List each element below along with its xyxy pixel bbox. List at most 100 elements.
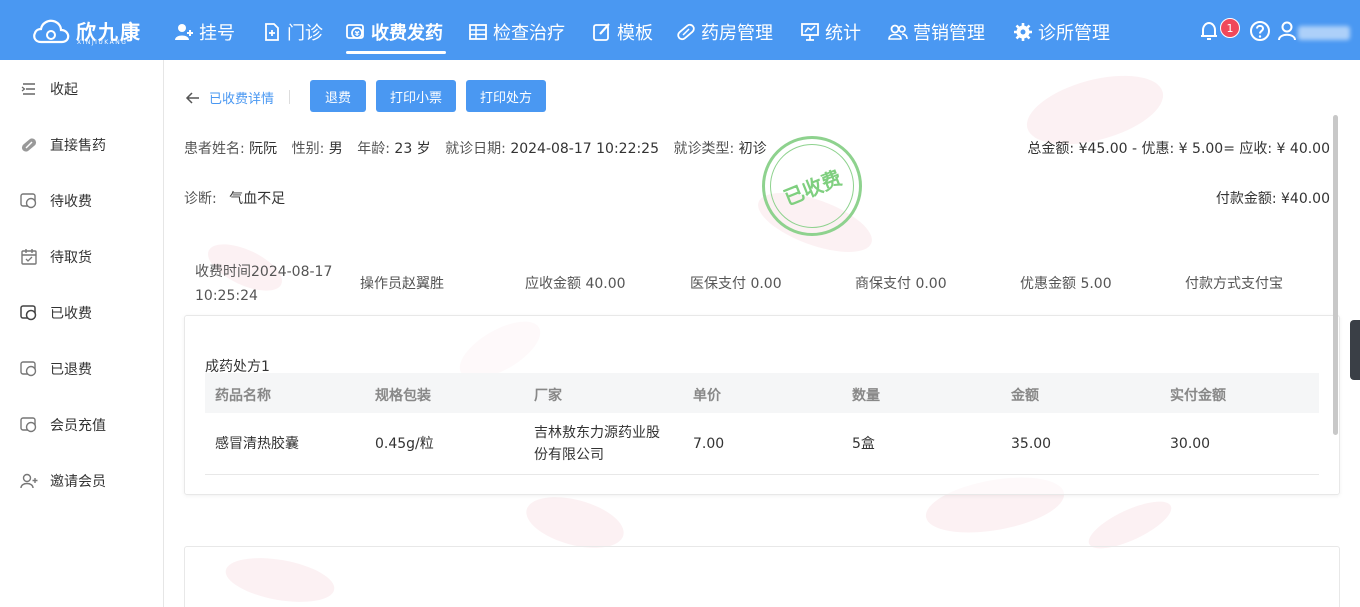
drug-name: 感冒清热胶囊: [215, 436, 299, 452]
nav-billing-dispensing[interactable]: ¥ 收费发药: [346, 18, 443, 46]
sidebar-item-label: 收起: [50, 82, 78, 98]
manufacturer-line1: 吉林敖东力源药业股: [534, 425, 660, 441]
sidebar-item-label: 直接售药: [50, 138, 106, 154]
cloud-logo-icon: [33, 19, 70, 44]
visit-date: 2024-08-17 10:22:25: [510, 141, 660, 157]
diagnosis-value: 气血不足: [229, 191, 286, 207]
drug-unit-price: 7.00: [693, 436, 725, 452]
bell-icon[interactable]: [1198, 20, 1220, 42]
sidebar-item-member-topup[interactable]: 会员充值: [20, 413, 106, 437]
drug-amount: 35.00: [1011, 436, 1052, 452]
column-header: 金额: [1011, 388, 1039, 404]
calendar-icon: [21, 249, 37, 265]
nav-label: 诊所管理: [1038, 23, 1110, 44]
column-header: 数量: [852, 388, 880, 404]
arrow-left-icon: [185, 91, 199, 104]
nav-clinic-management[interactable]: 诊所管理: [1013, 18, 1110, 46]
back-label: 已收费详情: [209, 92, 275, 107]
gear-icon: [1014, 23, 1032, 41]
table-row[interactable]: 感冒清热胶囊 0.45g/粒 吉林敖东力源药业股 份有限公司 7.00 5盒 3…: [205, 413, 1319, 475]
main-content: 已收费详情 退费 打印小票 打印处方 患者姓名: 阮阮 性别: 男 年龄: 23…: [165, 60, 1360, 607]
nav-label: 收费发药: [371, 23, 443, 44]
sidebar-item-label: 已收费: [50, 306, 92, 322]
payment-time-line1: 收费时间2024-08-17: [195, 264, 333, 280]
next-card: [184, 546, 1340, 607]
manufacturer-line2: 份有限公司: [534, 447, 604, 463]
svg-text:¥: ¥: [355, 30, 360, 38]
nav-label: 检查治疗: [493, 23, 565, 44]
nav-statistics[interactable]: 统计: [800, 18, 861, 46]
drug-quantity: 5盒: [852, 436, 875, 452]
edit-icon: [593, 23, 610, 41]
cash-icon: ¥: [346, 24, 364, 39]
print-prescription-button[interactable]: 打印处方: [466, 80, 546, 112]
nav-templates[interactable]: 模板: [592, 18, 653, 46]
pill-icon: [677, 23, 695, 41]
paid-stamp: 已收费: [757, 131, 867, 241]
active-tab-indicator: [346, 51, 446, 54]
user-icon[interactable]: [1276, 20, 1298, 42]
sidebar-item-refunded[interactable]: 已退费: [20, 357, 92, 381]
visit-type-label: 就诊类型:: [673, 141, 735, 157]
payment-insurance: 医保支付 0.00: [690, 276, 782, 292]
diagnosis-label: 诊断:: [184, 191, 217, 207]
drug-manufacturer: 吉林敖东力源药业股 份有限公司: [534, 422, 660, 466]
sidebar-item-direct-sale[interactable]: 直接售药: [20, 133, 106, 157]
nav-marketing[interactable]: 营销管理: [888, 18, 985, 46]
nav-label: 统计: [825, 23, 861, 44]
sidebar-item-label: 待取货: [50, 250, 92, 266]
cash-icon: [20, 361, 37, 377]
back-link[interactable]: 已收费详情: [185, 88, 274, 107]
column-header: 药品名称: [215, 388, 271, 404]
refund-button[interactable]: 退费: [310, 80, 366, 112]
top-navbar: 欣九康 XINJIUKANG 挂号 门诊 ¥ 收费发药 检查治疗 模板 药房管理…: [0, 0, 1360, 60]
user-plus-icon: [175, 24, 193, 40]
prescription-card: 成药处方1 药品名称 规格包装 厂家 单价 数量 金额 实付金额 感冒清热胶囊 …: [184, 315, 1340, 495]
nav-label: 模板: [617, 23, 653, 44]
patient-gender: 男: [328, 141, 343, 157]
nav-pharmacy[interactable]: 药房管理: [676, 18, 773, 46]
sidebar-item-label: 邀请会员: [50, 474, 106, 490]
nav-examination[interactable]: 检查治疗: [468, 18, 565, 46]
payment-discount: 优惠金额 5.00: [1020, 276, 1112, 292]
file-plus-icon: [265, 23, 279, 41]
cash-icon: [20, 305, 37, 321]
cash-icon: [20, 417, 37, 433]
patient-age: 23 岁: [394, 141, 431, 157]
column-header: 实付金额: [1170, 388, 1226, 404]
patient-name: 阮阮: [249, 141, 278, 157]
sidebar-item-paid[interactable]: 已收费: [20, 301, 92, 325]
username-redacted[interactable]: [1298, 26, 1350, 40]
sidebar-item-invite-member[interactable]: 邀请会员: [20, 469, 106, 493]
users-icon: [888, 24, 908, 40]
nav-registration[interactable]: 挂号: [174, 18, 235, 46]
patient-gender-label: 性别:: [291, 141, 325, 157]
nav-label: 门诊: [287, 23, 323, 44]
nav-label: 挂号: [199, 23, 235, 44]
payment-time-line2: 10:25:24: [195, 288, 258, 304]
total-amount-summary: 总金额: ¥45.00 - 优惠: ¥ 5.00= 应收: ¥ 40.00: [1027, 141, 1330, 157]
print-receipt-button[interactable]: 打印小票: [376, 80, 456, 112]
paid-amount: 付款金额: ¥40.00: [1215, 191, 1330, 207]
patient-age-label: 年龄:: [357, 141, 390, 157]
table-icon: [469, 24, 487, 40]
chart-board-icon: [801, 23, 819, 41]
floating-side-widget[interactable]: [1350, 320, 1360, 380]
sidebar-item-collapse[interactable]: 收起: [20, 77, 78, 101]
nav-label: 营销管理: [913, 23, 985, 44]
sidebar-item-pending-pickup[interactable]: 待取货: [20, 245, 92, 269]
help-icon[interactable]: [1249, 20, 1271, 42]
payment-commercial-insurance: 商保支付 0.00: [855, 276, 947, 292]
diagnosis-row: 诊断: 气血不足: [184, 188, 285, 208]
nav-outpatient[interactable]: 门诊: [262, 18, 323, 46]
drug-spec: 0.45g/粒: [375, 436, 434, 452]
column-header: 厂家: [534, 388, 562, 404]
table-header: 药品名称 规格包装 厂家 单价 数量 金额 实付金额: [205, 373, 1319, 413]
column-header: 单价: [693, 388, 721, 404]
sidebar-item-pending-payment[interactable]: 待收费: [20, 189, 92, 213]
payment-method: 付款方式支付宝: [1185, 276, 1283, 292]
brand-logo[interactable]: 欣九康 XINJIUKANG: [32, 14, 142, 48]
payment-due: 应收金额 40.00: [525, 276, 626, 292]
drug-paid-amount: 30.00: [1170, 436, 1211, 452]
vertical-scrollbar[interactable]: [1333, 115, 1338, 435]
